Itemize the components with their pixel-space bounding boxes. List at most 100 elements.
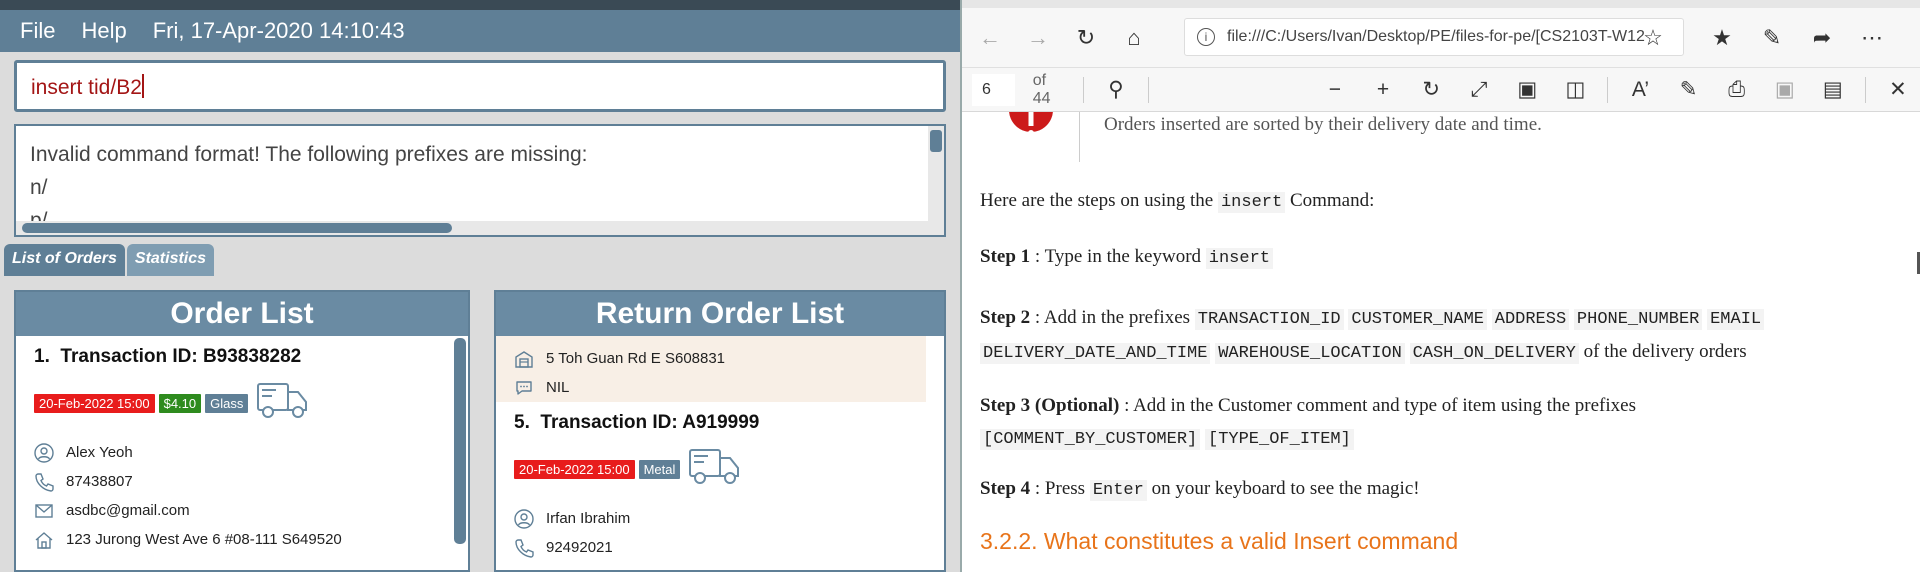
tab-bar: List of Orders Statistics xyxy=(0,244,960,276)
menu-help[interactable]: Help xyxy=(81,18,126,44)
person-icon xyxy=(514,508,534,529)
zoom-out-icon[interactable]: − xyxy=(1311,70,1359,110)
read-aloud-icon[interactable]: A’ xyxy=(1616,70,1664,110)
datetime-label: Fri, 17-Apr-2020 14:10:43 xyxy=(152,18,405,43)
address-row: 123 Jurong West Ave 6 #08-111 S649520 xyxy=(34,525,450,554)
phone-icon xyxy=(514,538,534,558)
command-input[interactable]: insert tid/B2 xyxy=(14,60,946,112)
site-info-icon[interactable]: i xyxy=(1197,28,1215,46)
inline-code: [TYPE_OF_ITEM] xyxy=(1205,429,1354,450)
result-line: n/ xyxy=(30,176,48,199)
print-icon[interactable]: ⎙ xyxy=(1713,70,1761,110)
customer-name-row: Alex Yeoh xyxy=(34,438,450,467)
return-order-list-panel: Return Order List 5 Toh Guan Rd E S60883… xyxy=(494,290,946,572)
page-number: 6 xyxy=(982,80,991,98)
transaction-id: Transaction ID: B93838282 xyxy=(60,346,302,367)
order-list-scrollbar[interactable] xyxy=(454,338,466,544)
badge-row: 20-Feb-2022 15:00 $4.10 Glass xyxy=(34,382,450,424)
previous-order-card[interactable]: 5 Toh Guan Rd E S608831 NIL xyxy=(496,336,926,402)
refresh-icon[interactable]: ↻ xyxy=(1062,18,1110,58)
person-icon xyxy=(34,442,54,463)
result-horizontal-scrollbar[interactable] xyxy=(16,221,944,235)
phone-row: 87438807 xyxy=(34,467,450,496)
favorite-star-icon[interactable]: ☆ xyxy=(1633,18,1673,58)
order-list-body[interactable]: 1. Transaction ID: B93838282 20-Feb-2022… xyxy=(16,336,468,570)
url-text: file:///C:/Users/Ivan/Desktop/PE/files-f… xyxy=(1227,28,1645,45)
result-vertical-scrollbar[interactable] xyxy=(928,126,944,235)
mail-icon xyxy=(34,501,54,521)
inline-code: [COMMENT_BY_CUSTOMER] xyxy=(980,429,1201,450)
email-row: asdbc@gmail.com xyxy=(34,496,450,525)
step-label: Step 4 xyxy=(980,478,1031,499)
save-as-icon[interactable]: ▤ xyxy=(1809,70,1857,110)
home-icon xyxy=(34,530,54,550)
save-icon[interactable]: ▣ xyxy=(1761,70,1809,110)
zoom-in-icon[interactable]: + xyxy=(1359,70,1407,110)
result-line: Invalid command format! The following pr… xyxy=(30,143,588,166)
inline-code: PHONE_NUMBER xyxy=(1573,309,1703,330)
menu-file[interactable]: File xyxy=(20,18,55,44)
pdf-document[interactable]: Orders inserted are sorted by their deli… xyxy=(962,112,1920,572)
building-icon xyxy=(514,349,534,369)
type-badge: Glass xyxy=(205,393,249,413)
intro-paragraph: Here are the steps on using the insert C… xyxy=(980,190,1375,213)
favorites-list-icon[interactable]: ★ xyxy=(1697,18,1747,58)
tab-statistics[interactable]: Statistics xyxy=(126,244,215,276)
date-badge: 20-Feb-2022 15:00 xyxy=(34,393,155,413)
draw-icon[interactable]: ✎ xyxy=(1665,70,1713,110)
order-index: 5. xyxy=(514,412,530,433)
customer-comment: NIL xyxy=(546,379,570,396)
step-text: : Press xyxy=(1030,478,1090,499)
warehouse-location: 5 Toh Guan Rd E S608831 xyxy=(546,350,726,367)
customer-name: Alex Yeoh xyxy=(66,444,133,461)
step-text: : Type in the keyword xyxy=(1030,246,1206,267)
back-icon[interactable]: ← xyxy=(966,18,1014,58)
building-row-partial xyxy=(514,336,926,344)
order-index: 1. xyxy=(34,346,50,367)
tab-list-of-orders[interactable]: List of Orders xyxy=(4,244,125,276)
browser-window: ← → ↻ ⌂ i file:///C:/Users/Ivan/Desktop/… xyxy=(960,0,1920,572)
fit-page-icon[interactable]: ▣ xyxy=(1503,70,1551,110)
scroll-thumb[interactable] xyxy=(930,130,942,152)
return-order-list-body[interactable]: 5 Toh Guan Rd E S608831 NIL 5. Transacti… xyxy=(496,336,944,570)
forward-icon[interactable]: → xyxy=(1014,18,1062,58)
phone-number: 87438807 xyxy=(66,473,133,490)
menu-bar: File Help Fri, 17-Apr-2020 14:10:43 xyxy=(0,10,960,52)
page-total: of 44 xyxy=(1032,71,1051,107)
order-list-title: Order List xyxy=(16,292,468,336)
phone-number: 92492021 xyxy=(546,539,613,556)
step-1: Step 1 : Type in the keyword insert xyxy=(980,246,1273,269)
divider xyxy=(1148,76,1149,103)
page-number-input[interactable]: 6 xyxy=(972,73,1015,106)
url-bar[interactable]: i file:///C:/Users/Ivan/Desktop/PE/files… xyxy=(1184,18,1684,56)
page-view-icon[interactable]: ◫ xyxy=(1551,70,1599,110)
divider xyxy=(1864,76,1866,103)
pin-icon[interactable]: ✕ xyxy=(1874,70,1920,110)
customer-name: Irfan Ibrahim xyxy=(546,510,631,527)
step-2: Step 2 : Add in the prefixes TRANSACTION… xyxy=(980,302,1880,370)
rotate-icon[interactable]: ↻ xyxy=(1407,70,1455,110)
step-text: on your keyboard to see the magic! xyxy=(1146,478,1420,499)
intro-text: Command: xyxy=(1285,190,1375,211)
phone-icon xyxy=(34,472,54,492)
inline-code: CUSTOMER_NAME xyxy=(1348,309,1487,330)
transaction-id: Transaction ID: A919999 xyxy=(540,412,760,433)
scroll-thumb[interactable] xyxy=(22,223,452,233)
order-header: 1. Transaction ID: B93838282 xyxy=(34,346,450,368)
address: 123 Jurong West Ave 6 #08-111 S649520 xyxy=(66,531,342,548)
pen-icon[interactable]: ✎ xyxy=(1747,18,1797,58)
step-label: Step 3 xyxy=(980,395,1031,416)
type-badge: Metal xyxy=(638,459,681,479)
step-text: : Add in the Customer comment and type o… xyxy=(1119,395,1636,416)
home-icon[interactable]: ⌂ xyxy=(1110,18,1158,58)
search-icon[interactable]: ⚲ xyxy=(1092,70,1140,110)
delivery-app-window: File Help Fri, 17-Apr-2020 14:10:43 inse… xyxy=(0,0,960,572)
more-icon[interactable]: ⋯ xyxy=(1847,18,1897,58)
share-icon[interactable]: ➦ xyxy=(1797,18,1847,58)
result-display[interactable]: Invalid command format! The following pr… xyxy=(14,124,946,237)
order-card[interactable]: 1. Transaction ID: B93838282 20-Feb-2022… xyxy=(16,336,468,564)
fit-icon[interactable]: ⤢ xyxy=(1455,70,1503,110)
return-order-card[interactable]: 5. Transaction ID: A919999 20-Feb-2022 1… xyxy=(496,402,944,570)
divider xyxy=(1607,76,1609,103)
window-top-strip xyxy=(0,0,960,10)
